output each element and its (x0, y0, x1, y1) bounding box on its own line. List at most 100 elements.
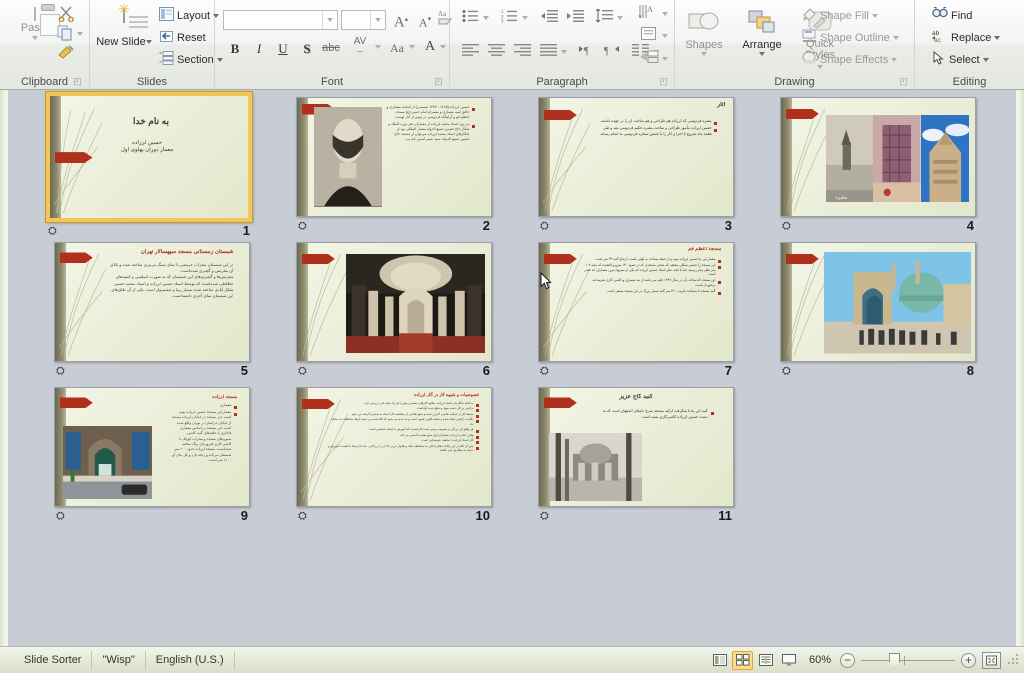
line-spacing-button[interactable] (592, 8, 616, 29)
slide-animation-icon[interactable]: ⛭ (782, 220, 798, 233)
zoom-slider[interactable] (861, 652, 955, 668)
reading-view-button[interactable] (755, 651, 776, 670)
normal-view-button[interactable] (709, 651, 730, 670)
text-shadow-button[interactable]: S (296, 38, 318, 59)
slide-animation-icon[interactable]: ⛭ (56, 365, 72, 378)
decrease-indent-button[interactable] (538, 8, 560, 29)
resize-grip[interactable] (1007, 653, 1021, 667)
font-size-combo[interactable] (341, 10, 386, 30)
font-name-caret-icon[interactable] (322, 11, 337, 29)
align-right-button[interactable] (510, 42, 534, 63)
status-theme-name[interactable]: "Wisp" (92, 650, 146, 670)
bullets-caret-icon[interactable] (483, 16, 489, 20)
shape-outline-caret-icon[interactable] (892, 35, 899, 40)
character-spacing-caret-icon[interactable] (375, 45, 381, 49)
shapes-caret-icon[interactable] (701, 52, 707, 56)
bullets-button[interactable] (458, 8, 482, 29)
numbering-caret-icon[interactable] (522, 16, 528, 20)
slide-thumbnail-6[interactable]: ⛭ 6 (296, 242, 492, 378)
italic-button[interactable]: I (248, 38, 270, 59)
cut-button[interactable] (58, 5, 78, 23)
numbering-button[interactable]: 123 (497, 8, 521, 29)
change-case-caret-icon[interactable] (409, 45, 415, 49)
character-spacing-button[interactable]: AV ↔ (346, 36, 374, 57)
arrange-caret-icon[interactable] (759, 52, 765, 56)
replace-caret-icon[interactable] (994, 35, 1001, 40)
zoom-out-button[interactable]: − (840, 652, 855, 668)
slide-thumbnail-1[interactable]: به نام خدا حسین لرزاده معمار دوران پهلوی… (45, 91, 253, 238)
strikethrough-button[interactable]: abc (320, 38, 342, 59)
slide-thumbnail-5[interactable]: شبستان زمستانی مسجد سپهسالار تهران در ای… (54, 242, 250, 378)
font-name-combo[interactable] (223, 10, 338, 30)
slide-show-button[interactable] (778, 651, 799, 670)
shape-fill-button[interactable]: Shape Fill (799, 5, 881, 26)
slide-animation-icon[interactable]: ⛭ (56, 510, 72, 523)
copy-caret-icon[interactable] (77, 32, 83, 36)
copy-button[interactable] (57, 25, 87, 43)
slide-thumbnail-11[interactable]: گنبد کاج عزیز گنبد این بنا با شگرفت ازکی… (538, 387, 734, 523)
slide-thumbnail-10[interactable]: خصوصیات و شیوه کار در آثار لرزاده به گفت… (296, 387, 492, 523)
shape-effects-caret-icon[interactable] (891, 57, 898, 62)
slide-sorter-pane[interactable]: به نام خدا حسین لرزاده معمار دوران پهلوی… (8, 90, 1016, 646)
slide-animation-icon[interactable]: ⛭ (540, 510, 556, 523)
align-left-button[interactable] (458, 42, 482, 63)
text-direction-caret-icon[interactable] (662, 12, 668, 16)
replace-button[interactable]: ab ac Replace (929, 27, 1003, 48)
fit-to-window-button[interactable] (982, 651, 1001, 669)
text-direction-button[interactable]: A (637, 4, 661, 25)
font-size-caret-icon[interactable] (370, 11, 385, 29)
reset-button[interactable]: Reset (156, 27, 209, 48)
status-view-mode[interactable]: Slide Sorter (14, 650, 93, 670)
align-text-button[interactable] (637, 26, 661, 47)
font-dialog-launcher[interactable] (433, 76, 444, 87)
slide-thumbnail-9[interactable]: مسجد لرزاده معماری معمار این مسجد حسین ل… (54, 387, 250, 523)
align-text-caret-icon[interactable] (662, 34, 668, 38)
bold-button[interactable]: B (224, 38, 246, 59)
slide-animation-icon[interactable]: ⛭ (48, 225, 64, 238)
align-center-button[interactable] (484, 42, 508, 63)
shape-fill-caret-icon[interactable] (871, 13, 878, 18)
paste-caret-icon[interactable] (32, 36, 38, 40)
paste-button[interactable]: Paste (6, 7, 64, 40)
slide-animation-icon[interactable]: ⛭ (298, 220, 314, 233)
grow-font-button[interactable]: A▴ (390, 9, 412, 30)
arrange-button[interactable]: Arrange (733, 10, 791, 56)
left-to-right-button[interactable]: ¶ (574, 42, 598, 63)
slide-animation-icon[interactable]: ⛭ (298, 510, 314, 523)
slide-thumbnail-3[interactable]: آثار مقبره فردوسی که لرزاده هم طراحی و ه… (538, 97, 734, 233)
layout-button[interactable]: Layout (156, 5, 222, 26)
shape-effects-button[interactable]: Shape Effects (799, 49, 900, 70)
slide-thumbnail-2[interactable]: حسین لرزاده (۱۲۶۵ - ۱۳۸۳ شمسی) از اساتید… (296, 97, 492, 233)
slide-animation-icon[interactable]: ⛭ (782, 365, 798, 378)
find-button[interactable]: Find (929, 5, 975, 26)
zoom-level-label[interactable]: 60% (800, 654, 840, 666)
slide-animation-icon[interactable]: ⛭ (540, 365, 556, 378)
slide-animation-icon[interactable]: ⛭ (540, 220, 556, 233)
justify-button[interactable] (536, 42, 560, 63)
shrink-font-button[interactable]: A▾ (414, 9, 436, 30)
select-button[interactable]: Select (929, 49, 992, 70)
zoom-slider-handle[interactable] (889, 652, 901, 668)
increase-indent-button[interactable] (564, 8, 586, 29)
paragraph-dialog-launcher[interactable] (658, 76, 669, 87)
status-language[interactable]: English (U.S.) (146, 650, 235, 670)
shapes-button[interactable]: Shapes (675, 10, 733, 56)
line-spacing-caret-icon[interactable] (617, 16, 623, 20)
format-painter-button[interactable] (57, 44, 81, 62)
change-case-button[interactable]: Aa (385, 38, 409, 59)
slide-animation-icon[interactable]: ⛭ (298, 365, 314, 378)
shape-outline-button[interactable]: Shape Outline (799, 27, 902, 48)
select-caret-icon[interactable] (982, 57, 989, 62)
font-color-button[interactable]: A (421, 36, 439, 57)
justify-caret-icon[interactable] (561, 50, 567, 54)
zoom-in-button[interactable]: + (961, 652, 976, 668)
new-slide-button[interactable]: ✳ New Slide (95, 2, 153, 48)
drawing-dialog-launcher[interactable] (898, 76, 909, 87)
right-to-left-button[interactable]: ¶ (600, 42, 624, 63)
slide-thumbnail-7[interactable]: مسجد اعظم قم معمار این بنا حسین لرزاده ب… (538, 242, 734, 378)
slide-thumbnail-8[interactable]: ⛭ 8 (780, 242, 976, 378)
clipboard-dialog-launcher[interactable] (72, 76, 83, 87)
convert-to-smartart-button[interactable] (637, 49, 661, 70)
slide-thumbnail-4[interactable]: مقبره ⛭ 4 (780, 97, 976, 233)
new-slide-caret-icon[interactable] (145, 40, 152, 45)
